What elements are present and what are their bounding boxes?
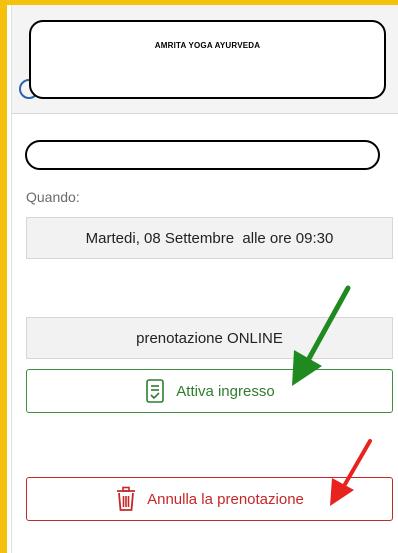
yellow-frame-left <box>0 0 7 553</box>
booking-mode-box: prenotazione ONLINE <box>26 317 393 359</box>
activate-entry-label: Attiva ingresso <box>176 382 275 400</box>
booking-date-box: Martedi, 08 Settembre alle ore 09:30 <box>26 217 393 259</box>
redacted-name-field <box>25 140 380 170</box>
checklist-document-icon <box>144 378 166 404</box>
trash-icon <box>115 486 137 512</box>
booking-mode-text: prenotazione ONLINE <box>136 329 283 347</box>
booking-date-text: Martedi, 08 Settembre alle ore 09:30 <box>85 229 334 247</box>
when-label: Quando: <box>26 189 80 205</box>
cancel-booking-label: Annulla la prenotazione <box>147 490 304 508</box>
activate-entry-button[interactable]: Attiva ingresso <box>26 369 393 413</box>
logo-box: AMRITA YOGA AYURVEDA <box>29 20 386 99</box>
cancel-booking-button[interactable]: Annulla la prenotazione <box>26 477 393 521</box>
logo-text: AMRITA YOGA AYURVEDA <box>154 41 261 50</box>
